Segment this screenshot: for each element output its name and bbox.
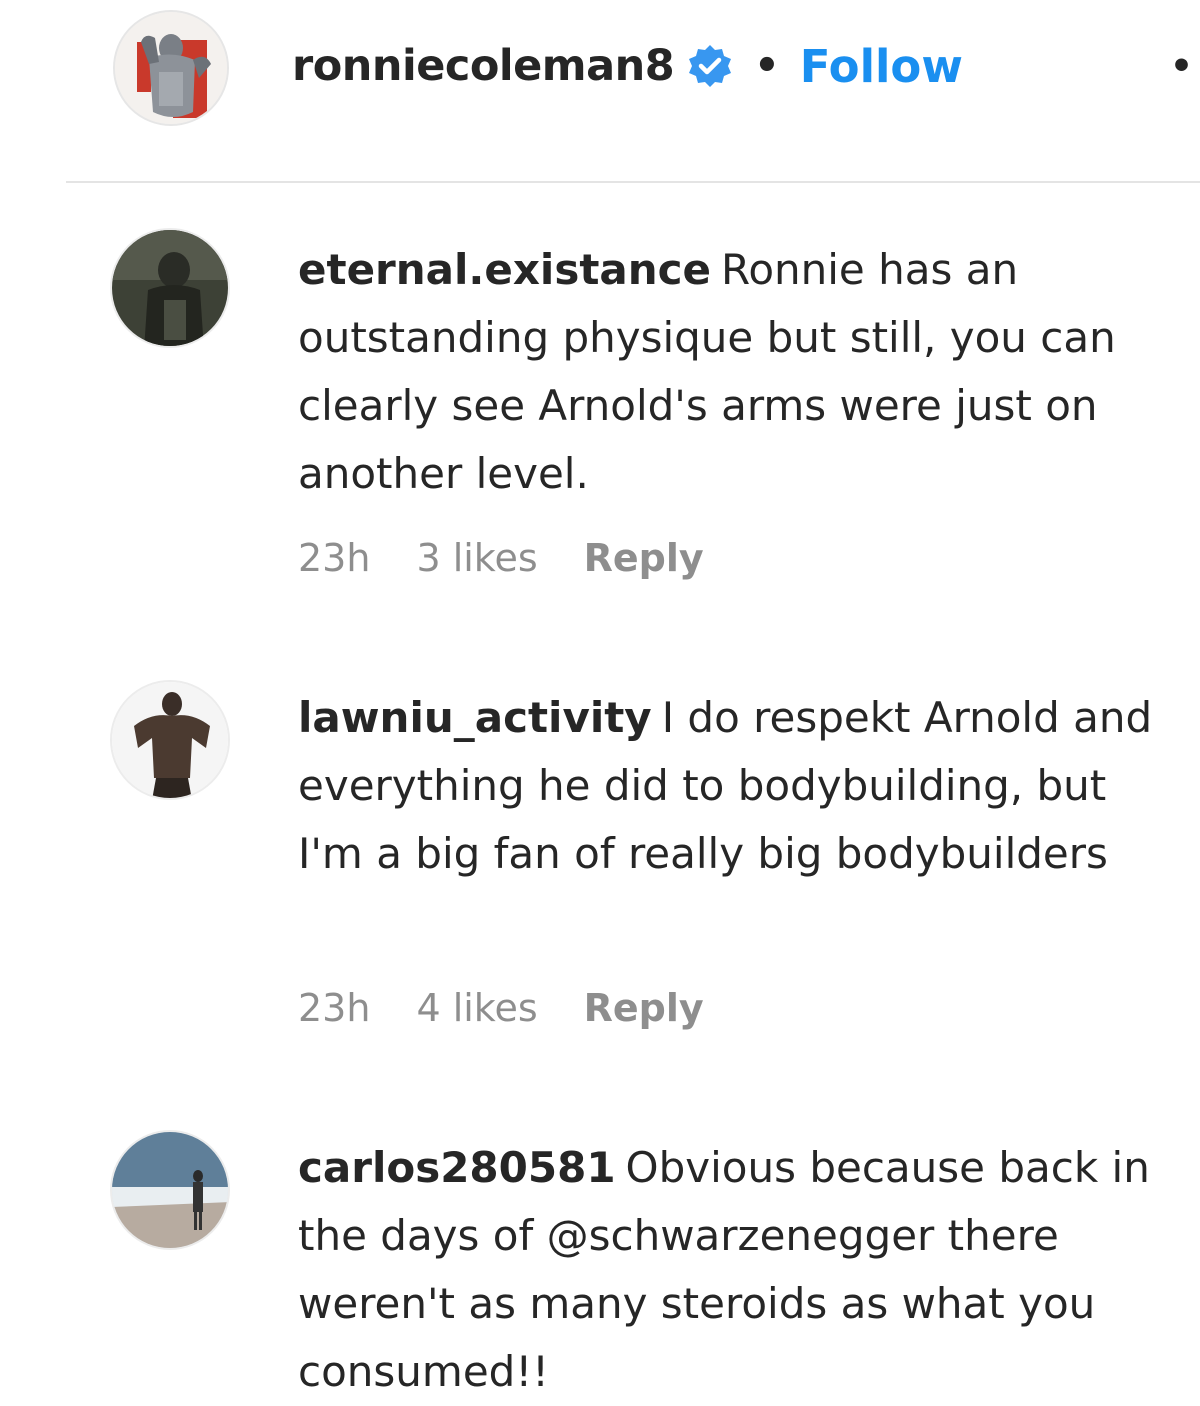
- comment-likes[interactable]: 3 likes: [416, 536, 537, 580]
- comment-username[interactable]: carlos280581: [298, 1143, 616, 1192]
- comment-meta: 23h 4 likes Reply: [298, 986, 704, 1030]
- post-header-line: ronniecoleman8 • Follow: [292, 36, 963, 96]
- post-header: ronniecoleman8 • Follow •: [0, 0, 1200, 182]
- avatar-image: [112, 682, 228, 798]
- comment-timestamp[interactable]: 23h: [298, 536, 370, 580]
- comment-item: eternal.existance Ronnie has an outstandi…: [0, 228, 1200, 598]
- commenter-avatar[interactable]: [110, 228, 230, 348]
- comment-timestamp[interactable]: 23h: [298, 986, 370, 1030]
- header-divider: [66, 181, 1200, 183]
- avatar-image: [112, 230, 228, 346]
- commenter-avatar[interactable]: [110, 680, 230, 800]
- avatar-image: [115, 12, 227, 124]
- comment-username[interactable]: lawniu_activity: [298, 693, 652, 742]
- more-options-icon[interactable]: •: [1170, 49, 1200, 85]
- comment-item: lawniu_activity I do respekt Arnold and e…: [0, 680, 1200, 1050]
- follow-button[interactable]: Follow: [800, 40, 963, 93]
- avatar-image: [112, 1132, 228, 1248]
- comment-likes[interactable]: 4 likes: [416, 986, 537, 1030]
- reply-button[interactable]: Reply: [584, 986, 704, 1030]
- post-author-avatar[interactable]: [113, 10, 229, 126]
- post-author-username[interactable]: ronniecoleman8: [292, 41, 675, 91]
- comment-meta: 23h 3 likes Reply: [298, 536, 704, 580]
- header-separator-dot: •: [754, 43, 780, 89]
- comment-body: carlos280581 Obvious because back in the …: [298, 1134, 1168, 1406]
- commenter-avatar[interactable]: [110, 1130, 230, 1250]
- reply-button[interactable]: Reply: [584, 536, 704, 580]
- verified-badge-icon: [686, 42, 734, 90]
- comment-body: eternal.existance Ronnie has an outstandi…: [298, 236, 1168, 508]
- comment-item: carlos280581 Obvious because back in the …: [0, 1130, 1200, 1400]
- comment-body: lawniu_activity I do respekt Arnold and e…: [298, 684, 1168, 888]
- comment-username[interactable]: eternal.existance: [298, 245, 711, 294]
